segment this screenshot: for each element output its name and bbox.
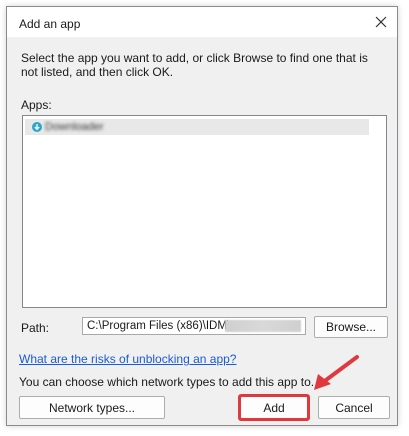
network-note: You can choose which network types to ad…	[19, 375, 315, 389]
cancel-button[interactable]: Cancel	[318, 396, 390, 419]
apps-label: Apps:	[21, 98, 52, 112]
close-button[interactable]	[369, 11, 393, 33]
network-types-button[interactable]: Network types...	[19, 396, 165, 419]
list-item[interactable]: Downloader	[25, 119, 369, 135]
cancel-label: Cancel	[335, 400, 373, 415]
path-value: C:\Program Files (x86)\IDM\	[87, 320, 231, 332]
add-label: Add	[263, 400, 285, 415]
instructions-text: Select the app you want to add, or click…	[21, 51, 368, 79]
browse-button[interactable]: Browse...	[314, 316, 388, 338]
apps-list[interactable]: Downloader	[22, 115, 387, 308]
dialog-title: Add an app	[19, 17, 81, 31]
network-types-label: Network types...	[48, 400, 136, 415]
path-label: Path:	[21, 321, 50, 335]
browse-label: Browse...	[325, 320, 376, 334]
add-button[interactable]: Add	[240, 396, 308, 419]
app-name: Downloader	[45, 121, 104, 133]
risks-link[interactable]: What are the risks of unblocking an app?	[19, 352, 236, 366]
app-icon	[31, 121, 43, 133]
close-icon	[375, 16, 387, 28]
path-redaction	[225, 320, 301, 332]
path-field[interactable]: C:\Program Files (x86)\IDM\	[82, 317, 306, 335]
title-bar: Add an app	[7, 7, 397, 37]
add-app-dialog: Add an app Select the app you want to ad…	[6, 6, 398, 426]
